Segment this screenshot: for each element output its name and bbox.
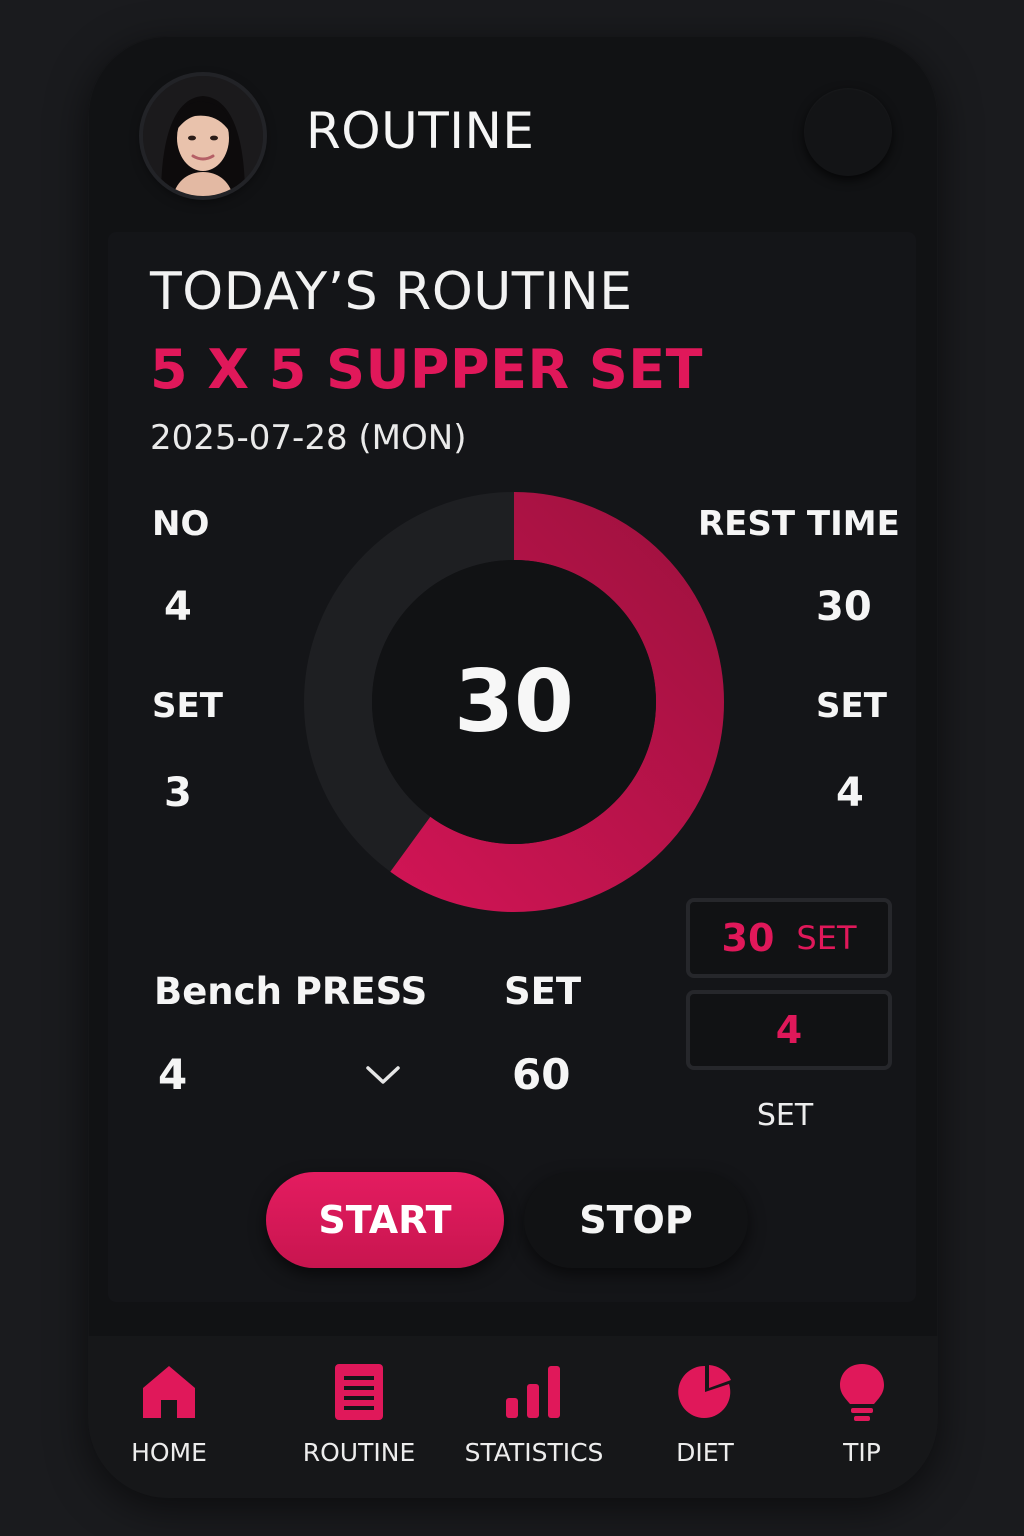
set-box-primary-value: 30	[721, 916, 775, 960]
nav-label-home: HOME	[131, 1438, 207, 1467]
nav-label-statistics: STATISTICS	[464, 1438, 604, 1467]
nav-item-home[interactable]: HOME	[89, 1336, 249, 1498]
exercise-set-value: 60	[512, 1050, 571, 1099]
nav-label-routine: ROUTINE	[302, 1438, 416, 1467]
stat-value-no: 4	[164, 584, 192, 630]
menu-button-icon[interactable]	[804, 88, 892, 176]
exercise-set-label: SET	[504, 970, 582, 1013]
routine-name: 5 X 5 SUPPER SET	[150, 338, 703, 401]
stat-label-no: NO	[152, 504, 210, 544]
stop-button[interactable]: STOP	[524, 1172, 748, 1268]
set-box-caption: SET	[756, 1098, 814, 1133]
nav-item-routine[interactable]: ROUTINE	[279, 1336, 439, 1498]
home-icon	[143, 1366, 195, 1418]
routine-heading: TODAY’S ROUTINE	[150, 262, 633, 322]
set-box-primary[interactable]: 30 SET	[686, 898, 892, 978]
nav-item-tip[interactable]: TIP	[782, 1336, 938, 1498]
set-box-secondary[interactable]: 4	[686, 990, 892, 1070]
stat-value-rest-time: 30	[816, 584, 872, 630]
document-icon	[335, 1364, 383, 1420]
exercise-count: 4	[158, 1050, 188, 1099]
routine-date: 2025-07-28 (MON)	[150, 418, 467, 458]
app-screen: ROUTINE TODAY’S ROUTINE 5 X 5 SUPPER SET…	[88, 36, 938, 1498]
user-avatar-icon	[143, 76, 263, 196]
exercise-name: Bench PRESS	[154, 970, 428, 1013]
routine-card: TODAY’S ROUTINE 5 X 5 SUPPER SET 2025-07…	[108, 232, 916, 1302]
nav-item-statistics[interactable]: STATISTICS	[454, 1336, 614, 1498]
page-title: ROUTINE	[306, 102, 535, 160]
bar-chart-icon	[506, 1366, 560, 1418]
set-box-secondary-value: 4	[775, 1008, 803, 1052]
stat-label-set-left: SET	[152, 686, 223, 726]
stat-label-set-right: SET	[816, 686, 887, 726]
nav-label-diet: DIET	[676, 1438, 734, 1467]
nav-label-tip: TIP	[843, 1438, 881, 1467]
stat-label-rest-time: REST TIME	[698, 504, 900, 544]
timer-value: 30	[454, 652, 574, 752]
avatar[interactable]	[143, 76, 263, 196]
bottom-nav: HOME ROUTINE STATISTICS DIET TIP	[88, 1336, 938, 1498]
pie-chart-icon	[678, 1365, 731, 1418]
lightbulb-icon	[840, 1364, 884, 1421]
stat-value-set-left: 3	[164, 770, 192, 816]
set-box-primary-unit: SET	[796, 919, 857, 957]
chevron-down-icon	[366, 1066, 400, 1084]
start-button[interactable]: START	[266, 1172, 504, 1268]
nav-item-diet[interactable]: DIET	[625, 1336, 785, 1498]
stat-value-set-right: 4	[836, 770, 864, 816]
exercise-dropdown[interactable]	[358, 1050, 408, 1100]
